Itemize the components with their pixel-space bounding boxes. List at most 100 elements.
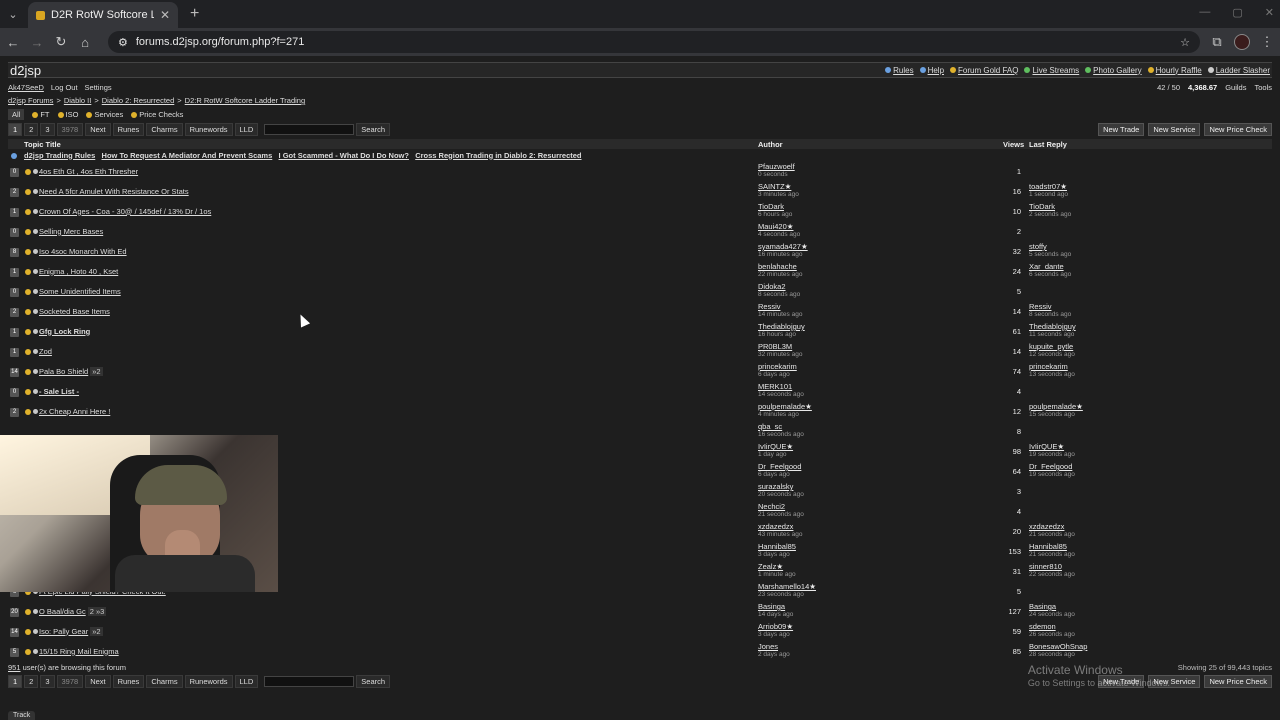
charms-link[interactable]: Charms [146,122,183,136]
topic-page-links[interactable]: 2 »3 [87,606,107,616]
breadcrumb-item[interactable]: d2jsp Forums [8,96,53,105]
minimize-icon[interactable]: — [1199,6,1210,19]
logout-link[interactable]: Log Out [51,83,78,92]
topic-title-link[interactable]: Socketed Base Items [39,307,110,316]
last-reply-author-link[interactable]: IvIirQUE★ [1029,442,1064,451]
last-reply-author-link[interactable]: Ressiv [1029,302,1052,311]
author-link[interactable]: TioDark [758,202,784,211]
gold-faq-link[interactable]: Forum Gold FAQ [950,66,1018,75]
new-price-check-button[interactable]: New Price Check [1204,674,1272,688]
lld-link[interactable]: LLD [234,122,259,136]
username-link[interactable]: Ak47SeeD [8,83,44,92]
topic-title-link[interactable]: O Baal/dia Gc [39,607,86,616]
settings-link[interactable]: Settings [85,83,112,92]
page-total[interactable]: 3978 [56,674,84,688]
author-link[interactable]: Didoka2 [758,282,786,291]
author-link[interactable]: Thediablojguy [758,322,805,331]
rules-link[interactable]: Rules [885,66,914,75]
filter-price-checks[interactable]: Price Checks [131,110,183,119]
page-1[interactable]: 1 [8,674,23,688]
topic-title-link[interactable]: Crown Of Ages - Coa - 30@ / 145def / 13%… [39,207,211,216]
last-reply-author-link[interactable]: sinner810 [1029,562,1062,571]
topic-page-links[interactable]: »2 [90,366,103,376]
last-reply-author-link[interactable]: kupuite_pytle [1029,342,1073,351]
page-1[interactable]: 1 [8,122,23,136]
search-button[interactable]: Search [356,674,391,688]
next-page[interactable]: Next [85,122,111,136]
sticky-link[interactable]: I Got Scammed - What Do I Do Now? [279,151,409,160]
site-logo[interactable]: d2jsp [10,63,41,78]
lld-link[interactable]: LLD [234,674,259,688]
topic-title-link[interactable]: Need A 5fcr Amulet With Resistance Or St… [39,187,189,196]
hourly-raffle-link[interactable]: Hourly Raffle [1147,66,1202,75]
menu-kebab-icon[interactable]: ⋮ [1260,34,1274,50]
filter-services[interactable]: Services [86,110,123,119]
sticky-link[interactable]: d2jsp Trading Rules [24,151,95,160]
author-link[interactable]: Basinga [758,602,785,611]
author-link[interactable]: benlahache [758,262,797,271]
last-reply-author-link[interactable]: toadstr07★ [1029,182,1067,191]
topic-title-link[interactable]: 2x Cheap Anni Here ! [39,407,110,416]
topic-title-link[interactable]: - Sale List - [39,387,79,396]
filter-all[interactable]: All [8,108,25,120]
filter-iso[interactable]: ISO [57,110,78,119]
charms-link[interactable]: Charms [146,674,183,688]
topic-title-link[interactable]: Selling Merc Bases [39,227,103,236]
photo-gallery-link[interactable]: Photo Gallery [1085,66,1142,75]
page-2[interactable]: 2 [24,674,39,688]
author-link[interactable]: Ressiv [758,302,781,311]
next-page[interactable]: Next [85,674,111,688]
home-icon[interactable]: ⌂ [78,35,92,50]
back-arrow-icon[interactable]: ← [6,35,20,50]
new-trade-button[interactable]: New Trade [1098,122,1145,136]
last-reply-author-link[interactable]: Thediablojguy [1029,322,1076,331]
guilds-link[interactable]: Guilds [1225,83,1246,92]
topic-title-link[interactable]: Iso: Pally Gear [39,627,88,636]
search-input[interactable] [264,123,355,135]
author-link[interactable]: Zealz★ [758,562,783,571]
topic-title-link[interactable]: 4os Eth Gt , 4os Eth Thresher [39,167,138,176]
forward-arrow-icon[interactable]: → [30,35,44,50]
breadcrumb-item[interactable]: Diablo II [64,96,92,105]
maximize-icon[interactable]: ▢ [1232,6,1242,19]
author-link[interactable]: Maui420★ [758,222,794,231]
search-input[interactable] [264,675,355,687]
author-link[interactable]: xzdazedzx [758,522,793,531]
sticky-link[interactable]: Cross Region Trading in Diablo 2: Resurr… [415,151,581,160]
author-link[interactable]: qba_sc [758,422,782,431]
last-reply-author-link[interactable]: Hannibal85 [1029,542,1067,551]
author-link[interactable]: IvIirQUE★ [758,442,793,451]
last-reply-author-link[interactable]: Basinga [1029,602,1056,611]
author-link[interactable]: Marshamello14★ [758,582,816,591]
author-link[interactable]: Arriob09★ [758,622,793,631]
close-tab-icon[interactable]: ✕ [160,8,170,22]
topic-page-links[interactable]: »2 [90,626,103,636]
author-link[interactable]: MERK101 [758,382,792,391]
last-reply-author-link[interactable]: BonesawOhSnap [1029,642,1087,651]
last-reply-author-link[interactable]: TioDark [1029,202,1055,211]
author-link[interactable]: Pfauzwoelf [758,162,795,171]
close-window-icon[interactable]: ✕ [1265,6,1274,19]
new-service-button[interactable]: New Service [1148,122,1201,136]
author-link[interactable]: syamada427★ [758,242,808,251]
track-button[interactable]: Track [8,711,36,720]
search-button[interactable]: Search [356,122,391,136]
last-reply-author-link[interactable]: xzdazedzx [1029,522,1064,531]
tab-list-chevron-icon[interactable]: ⌄ [0,0,26,28]
help-link[interactable]: Help [919,66,944,75]
last-reply-author-link[interactable]: Xar_dante [1029,262,1064,271]
author-link[interactable]: princekarim [758,362,797,371]
new-price-check-button[interactable]: New Price Check [1204,122,1272,136]
topic-title-link[interactable]: 15/15 Ring Mail Enigma [39,647,119,656]
last-reply-author-link[interactable]: Dr_Feelgood [1029,462,1072,471]
browsing-count[interactable]: 951 [8,663,21,672]
runewords-link[interactable]: Runewords [184,674,233,688]
topic-title-link[interactable]: Iso 4soc Monarch With Ed [39,247,127,256]
filter-ft[interactable]: FT [32,110,50,119]
author-link[interactable]: PR0BL3M [758,342,792,351]
live-streams-link[interactable]: Live Streams [1024,66,1079,75]
forum-gold-balance[interactable]: 4,368.67 [1188,83,1217,92]
sticky-link[interactable]: How To Request A Mediator And Prevent Sc… [102,151,273,160]
page-3[interactable]: 3 [40,674,55,688]
page-total[interactable]: 3978 [56,122,84,136]
